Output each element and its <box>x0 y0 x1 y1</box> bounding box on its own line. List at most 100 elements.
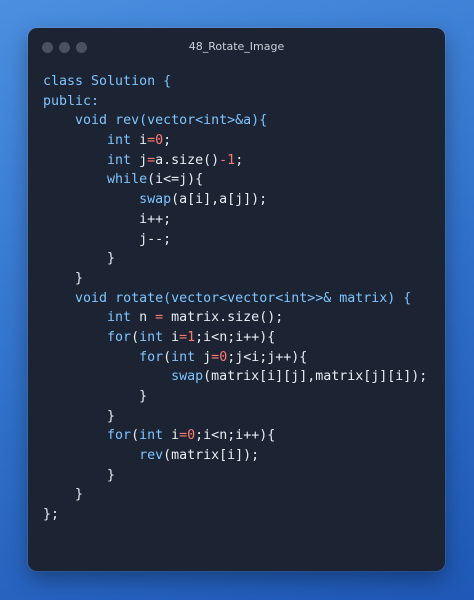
code-token: 0 <box>219 349 228 365</box>
code-line: }; <box>43 505 427 525</box>
code-token: i++; <box>139 211 172 227</box>
code-token: } <box>75 270 84 286</box>
code-token: - <box>219 152 228 168</box>
code-token: i <box>163 428 180 444</box>
code-token: Solution <box>83 74 164 89</box>
code-line: for(int i=0;i<n;i++){ <box>43 426 427 446</box>
code-token: ;i<n;i++){ <box>195 428 276 444</box>
code-token: public <box>43 93 92 109</box>
code-token: for <box>139 349 164 365</box>
code-token: a.size() <box>155 152 220 168</box>
code-line: i++; <box>43 210 427 230</box>
code-token: int <box>139 428 164 444</box>
code-line: class Solution { <box>43 72 427 92</box>
code-line: void rev(vector<int>&a){ <box>43 111 427 131</box>
code-token: = <box>147 152 156 168</box>
code-token: ;j<i;j++){ <box>227 349 308 365</box>
code-token: (vector<int>&a){ <box>139 113 268 129</box>
code-token: (i<=j){ <box>147 172 204 188</box>
window-title: 48_Rotate_Image <box>188 40 285 53</box>
code-token: (matrix[i][j],matrix[j][i]); <box>203 369 428 385</box>
code-token: int <box>107 152 132 168</box>
code-token: : <box>91 93 100 109</box>
code-token: class <box>43 74 84 89</box>
code-token: 1 <box>187 329 196 345</box>
code-token: ;i<n;i++){ <box>195 329 276 345</box>
code-line: j--; <box>43 230 427 250</box>
code-line: int i=0; <box>43 131 427 151</box>
code-line: void rotate(vector<vector<int>>& matrix)… <box>43 289 427 309</box>
window-titlebar: 48_Rotate_Image <box>28 28 445 66</box>
code-token: int <box>139 329 164 345</box>
code-token: } <box>107 251 116 267</box>
code-token: 0 <box>187 428 196 444</box>
code-window: 48_Rotate_Image class Solution {public: … <box>28 28 445 571</box>
code-token: matrix.size(); <box>163 310 284 326</box>
code-token: swap <box>139 192 172 208</box>
code-token: i <box>131 133 148 149</box>
code-line: } <box>43 466 427 486</box>
code-token: { <box>163 74 172 89</box>
code-token: ; <box>163 133 172 149</box>
code-token: (matrix[i]); <box>163 448 260 464</box>
code-token: 1 <box>227 152 236 168</box>
code-token: for <box>107 428 132 444</box>
code-token: = <box>179 428 188 444</box>
code-line: } <box>43 249 427 269</box>
code-line: } <box>43 407 427 427</box>
code-token: int <box>107 310 132 326</box>
code-line: for(int j=0;j<i;j++){ <box>43 348 427 368</box>
code-token: matrix) { <box>331 290 412 306</box>
code-token: (vector<vector<int>>& <box>163 290 332 306</box>
code-token: 0 <box>155 133 164 149</box>
code-token: (a[i],a[j]); <box>171 192 268 208</box>
code-line: for(int i=1;i<n;i++){ <box>43 328 427 348</box>
code-token: = <box>155 310 164 326</box>
code-token: } <box>75 487 84 503</box>
code-line: rev(matrix[i]); <box>43 446 427 466</box>
code-line: public: <box>43 92 427 112</box>
code-token: rev <box>115 113 140 129</box>
code-token: int <box>107 133 132 149</box>
code-token: } <box>139 389 148 404</box>
code-line: } <box>43 387 427 407</box>
code-line: int j=a.size()-1; <box>43 151 427 171</box>
code-token: rotate <box>115 290 164 306</box>
code-token: void <box>75 113 108 129</box>
code-token: swap <box>171 369 204 385</box>
code-token: = <box>179 329 188 345</box>
code-token: ( <box>131 428 140 444</box>
code-token: = <box>211 349 220 365</box>
code-token: n <box>131 310 156 326</box>
code-line: int n = matrix.size(); <box>43 308 427 328</box>
code-token: void <box>75 290 108 306</box>
code-block: class Solution {public: void rev(vector<… <box>43 72 427 525</box>
code-token: j <box>131 152 148 168</box>
code-line: swap(matrix[i][j],matrix[j][i]); <box>43 367 427 387</box>
code-token: for <box>107 329 132 345</box>
code-token: ( <box>163 349 172 365</box>
code-token: j <box>195 349 212 365</box>
code-token: }; <box>43 507 60 523</box>
code-line: swap(a[i],a[j]); <box>43 190 427 210</box>
code-token: while <box>107 172 148 188</box>
code-token: } <box>107 408 116 424</box>
code-token: = <box>147 133 156 149</box>
